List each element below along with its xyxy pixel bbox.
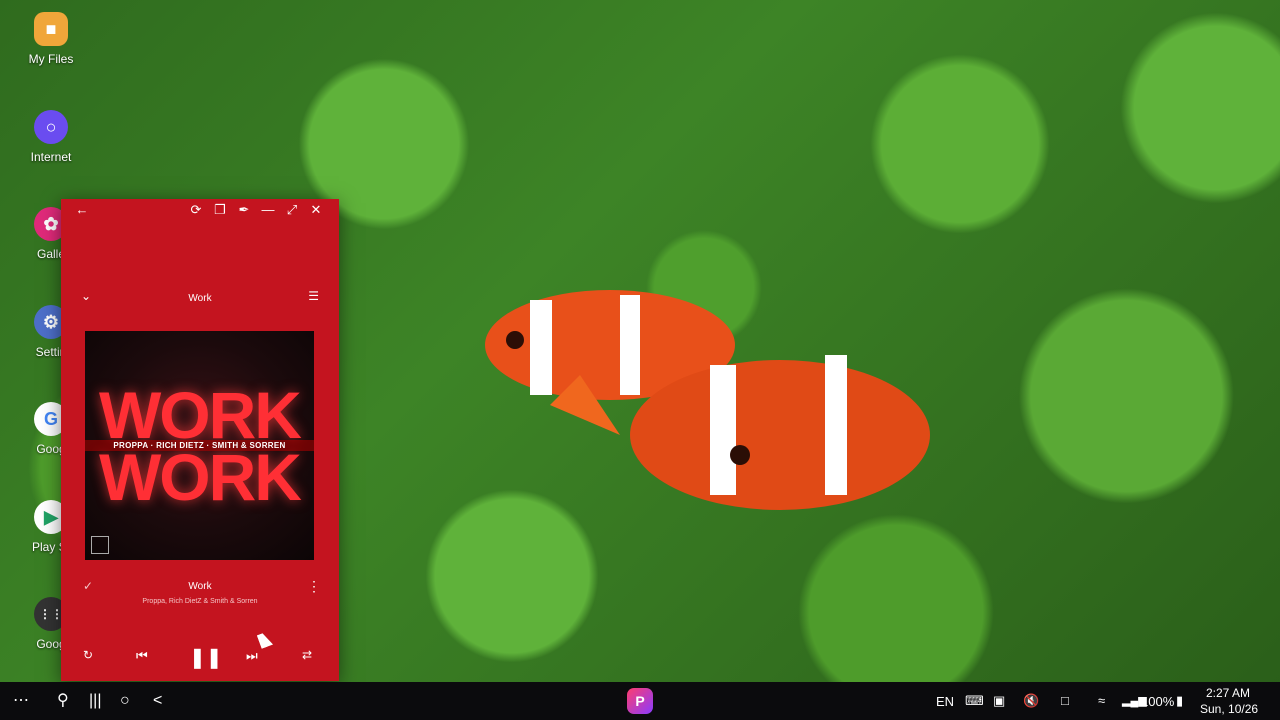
track-artist: Proppa, Rich DietZ & Smith & Sorren [142,598,258,605]
screen-capture-icon[interactable]: ▣ [993,692,1005,710]
taskbar: ⋯ ⚲ ||| ○ < P EN ⌨ ▣ 🔇 □ ≈ ▂▄▆ 100% ▮ 2:… [0,682,1280,720]
clock-date[interactable]: Sun, 10/26 [1200,702,1258,716]
track-title: Work [188,581,212,592]
queue-list-icon[interactable]: ☰ [308,289,319,303]
language-indicator[interactable]: EN [936,694,954,709]
battery-percent: 100% [1141,694,1175,709]
back-nav-icon[interactable]: < [153,692,162,710]
wifi-icon[interactable]: ≈ [1098,692,1105,710]
previous-icon[interactable]: ⏮ [136,648,148,664]
label-logo-icon [91,536,109,554]
album-art-credits: PROPPA · RICH DIETZ · SMITH & SORREN [85,440,314,451]
desktop-icon-label: Internet [30,150,72,164]
repeat-icon[interactable]: ↻ [83,648,93,662]
folder-icon: ■ [34,12,68,46]
pin-icon[interactable]: ✒ [236,202,252,218]
home-icon[interactable]: ○ [120,692,130,710]
playback-controls: ↻ ⏮ ❚❚ ⏭ ⇄ [61,645,339,670]
rotate-icon[interactable]: ⟳ [188,202,204,218]
pause-icon[interactable]: ❚❚ [189,645,223,670]
desktop-icon-label: My Files [28,52,74,66]
minimize-icon[interactable]: — [260,202,276,218]
player-header: ⌄ Work ☰ [61,287,339,311]
battery-icon: ▮ [1176,693,1184,708]
music-player-window[interactable]: ← ⟳ ❐ ✒ — ⤢ ✕ ⌄ Work ☰ WORK WORK PROPPA … [61,199,339,681]
clock-time[interactable]: 2:27 AM [1206,686,1250,700]
notification-icon[interactable]: □ [1061,692,1069,710]
more-options-icon[interactable]: ⋮ [307,578,321,595]
playlist-title: Work [188,293,212,304]
pinned-app-icon[interactable]: P [627,688,653,714]
maximize-icon[interactable]: ⤢ [284,202,300,218]
window-title-bar[interactable]: ← ⟳ ❐ ✒ — ⤢ ✕ [61,199,339,221]
shuffle-icon[interactable]: ⇄ [302,648,312,662]
recents-icon[interactable]: ||| [89,692,101,710]
desktop-icon-my-files[interactable]: ■ My Files [20,12,82,66]
next-icon[interactable]: ⏭ [246,648,258,664]
copy-icon[interactable]: ❐ [212,202,228,218]
album-art: WORK WORK PROPPA · RICH DIETZ · SMITH & … [85,331,314,560]
internet-icon: ○ [34,110,68,144]
back-icon[interactable]: ← [74,202,90,218]
keyboard-icon[interactable]: ⌨ [965,692,984,710]
mute-icon[interactable]: 🔇 [1023,692,1039,710]
desktop-icon-internet[interactable]: ○ Internet [20,110,82,164]
search-icon[interactable]: ⚲ [57,692,69,710]
clownfish-wallpaper-image [485,290,930,510]
close-icon[interactable]: ✕ [308,202,324,218]
app-drawer-icon[interactable]: ⋯ [13,692,29,710]
